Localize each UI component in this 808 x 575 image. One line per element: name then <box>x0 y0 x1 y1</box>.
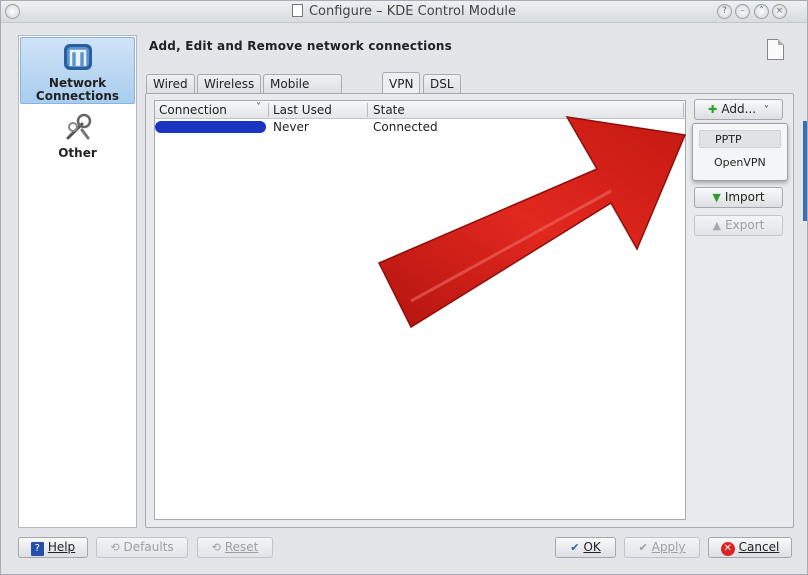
tab-wired[interactable]: Wired <box>146 74 195 93</box>
help-button[interactable]: ? Help <box>18 537 88 558</box>
cell-last-used: Never <box>273 120 309 134</box>
tab-vpn[interactable]: VPN <box>382 72 421 93</box>
defaults-icon: ⟲ <box>110 541 120 554</box>
export-button[interactable]: ▲ Export <box>694 215 783 236</box>
ok-button-label: OK <box>583 540 601 554</box>
checkmark-icon: ✔ <box>638 541 648 554</box>
document-icon <box>291 4 303 17</box>
add-menu: PPTP OpenVPN <box>692 123 788 181</box>
sidebar-label-other: Other <box>58 146 97 160</box>
close-icon[interactable]: × <box>772 4 787 19</box>
help-button-label: Help <box>47 540 76 554</box>
reset-button[interactable]: ⟲ Reset <box>197 537 273 558</box>
tab-wireless[interactable]: Wireless <box>197 74 262 93</box>
window-title: Configure – KDE Control Module <box>1 4 807 19</box>
title-bar: Configure – KDE Control Module ? – ˄ × <box>1 1 807 23</box>
defaults-button[interactable]: ⟲ Defaults <box>96 537 188 558</box>
chevron-down-icon: ˅ <box>256 102 261 113</box>
sidebar-item-other[interactable]: Other <box>20 108 135 160</box>
cancel-button[interactable]: ✕ Cancel <box>708 537 792 558</box>
cancel-icon: ✕ <box>720 542 735 556</box>
reset-icon: ⟲ <box>211 541 221 554</box>
network-connections-icon <box>63 44 92 70</box>
module-sidebar: Network Connections Other <box>18 35 137 528</box>
arrow-down-icon: ▼ <box>712 191 721 204</box>
column-header-connection[interactable]: Connection <box>159 103 227 117</box>
column-header-last-used[interactable]: Last Used <box>273 103 332 117</box>
cancel-button-label: Cancel <box>738 540 780 554</box>
kde-control-module-window: Configure – KDE Control Module ? – ˄ × N… <box>0 0 808 575</box>
maximize-icon[interactable]: ˄ <box>754 4 769 19</box>
defaults-button-label: Defaults <box>123 540 174 554</box>
menu-item-pptp[interactable]: PPTP <box>699 130 781 148</box>
redacted-connection-name <box>155 121 266 133</box>
tab-dsl[interactable]: DSL <box>423 74 461 93</box>
reset-button-label: Reset <box>224 540 259 554</box>
chevron-down-icon: ˅ <box>763 105 769 116</box>
scrollbar-edge[interactable] <box>803 121 807 221</box>
sidebar-label-network-line2: Connections <box>35 89 120 103</box>
minimize-icon[interactable]: – <box>735 4 750 19</box>
tab-mobile-broadband[interactable]: Mobile Broadband <box>263 74 343 109</box>
tools-icon <box>66 113 91 140</box>
add-button-label: Add... <box>721 102 757 116</box>
plus-icon: ✚ <box>708 103 718 116</box>
annotation-arrow <box>377 116 687 329</box>
column-separator[interactable] <box>367 103 368 117</box>
import-button[interactable]: ▼ Import <box>694 187 783 208</box>
help-icon: ? <box>30 542 44 556</box>
column-separator[interactable] <box>268 103 269 117</box>
menu-item-openvpn[interactable]: OpenVPN <box>699 154 781 172</box>
apply-button-label: Apply <box>651 540 686 554</box>
export-button-label: Export <box>725 218 765 232</box>
help-titlebar-icon[interactable]: ? <box>717 4 732 19</box>
window-title-text: Configure – KDE Control Module <box>308 4 517 19</box>
sidebar-item-network-connections[interactable]: Network Connections <box>20 37 135 104</box>
add-button[interactable]: ✚ Add... ˅ <box>694 99 783 120</box>
ok-button[interactable]: ✔ OK <box>555 537 616 558</box>
page-title: Add, Edit and Remove network connections <box>149 39 452 53</box>
arrow-up-icon: ▲ <box>712 219 722 232</box>
checkmark-icon: ✔ <box>570 541 580 554</box>
document-help-icon[interactable] <box>767 39 784 60</box>
import-button-label: Import <box>724 190 765 204</box>
apply-button[interactable]: ✔ Apply <box>624 537 700 558</box>
